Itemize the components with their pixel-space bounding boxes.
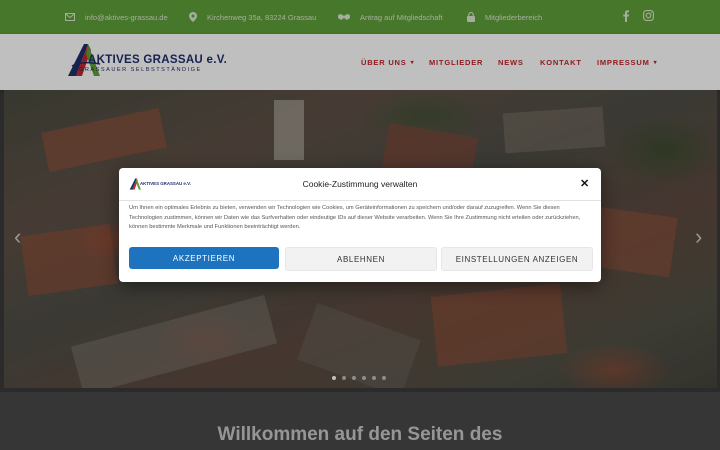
settings-button[interactable]: EINSTELLUNGEN ANZEIGEN [441, 247, 593, 271]
cookie-consent-dialog: AKTIVES GRASSAU e.V. Cookie-Zustimmung v… [119, 168, 601, 282]
accept-button[interactable]: AKZEPTIEREN [129, 247, 279, 269]
cookie-dialog-text: Um Ihnen ein optimales Erlebnis zu biete… [129, 205, 581, 231]
cookie-dialog-title: Cookie-Zustimmung verwalten [302, 179, 418, 189]
reject-button[interactable]: ABLEHNEN [285, 247, 437, 271]
divider [119, 200, 601, 201]
close-icon[interactable]: ✕ [580, 177, 589, 190]
